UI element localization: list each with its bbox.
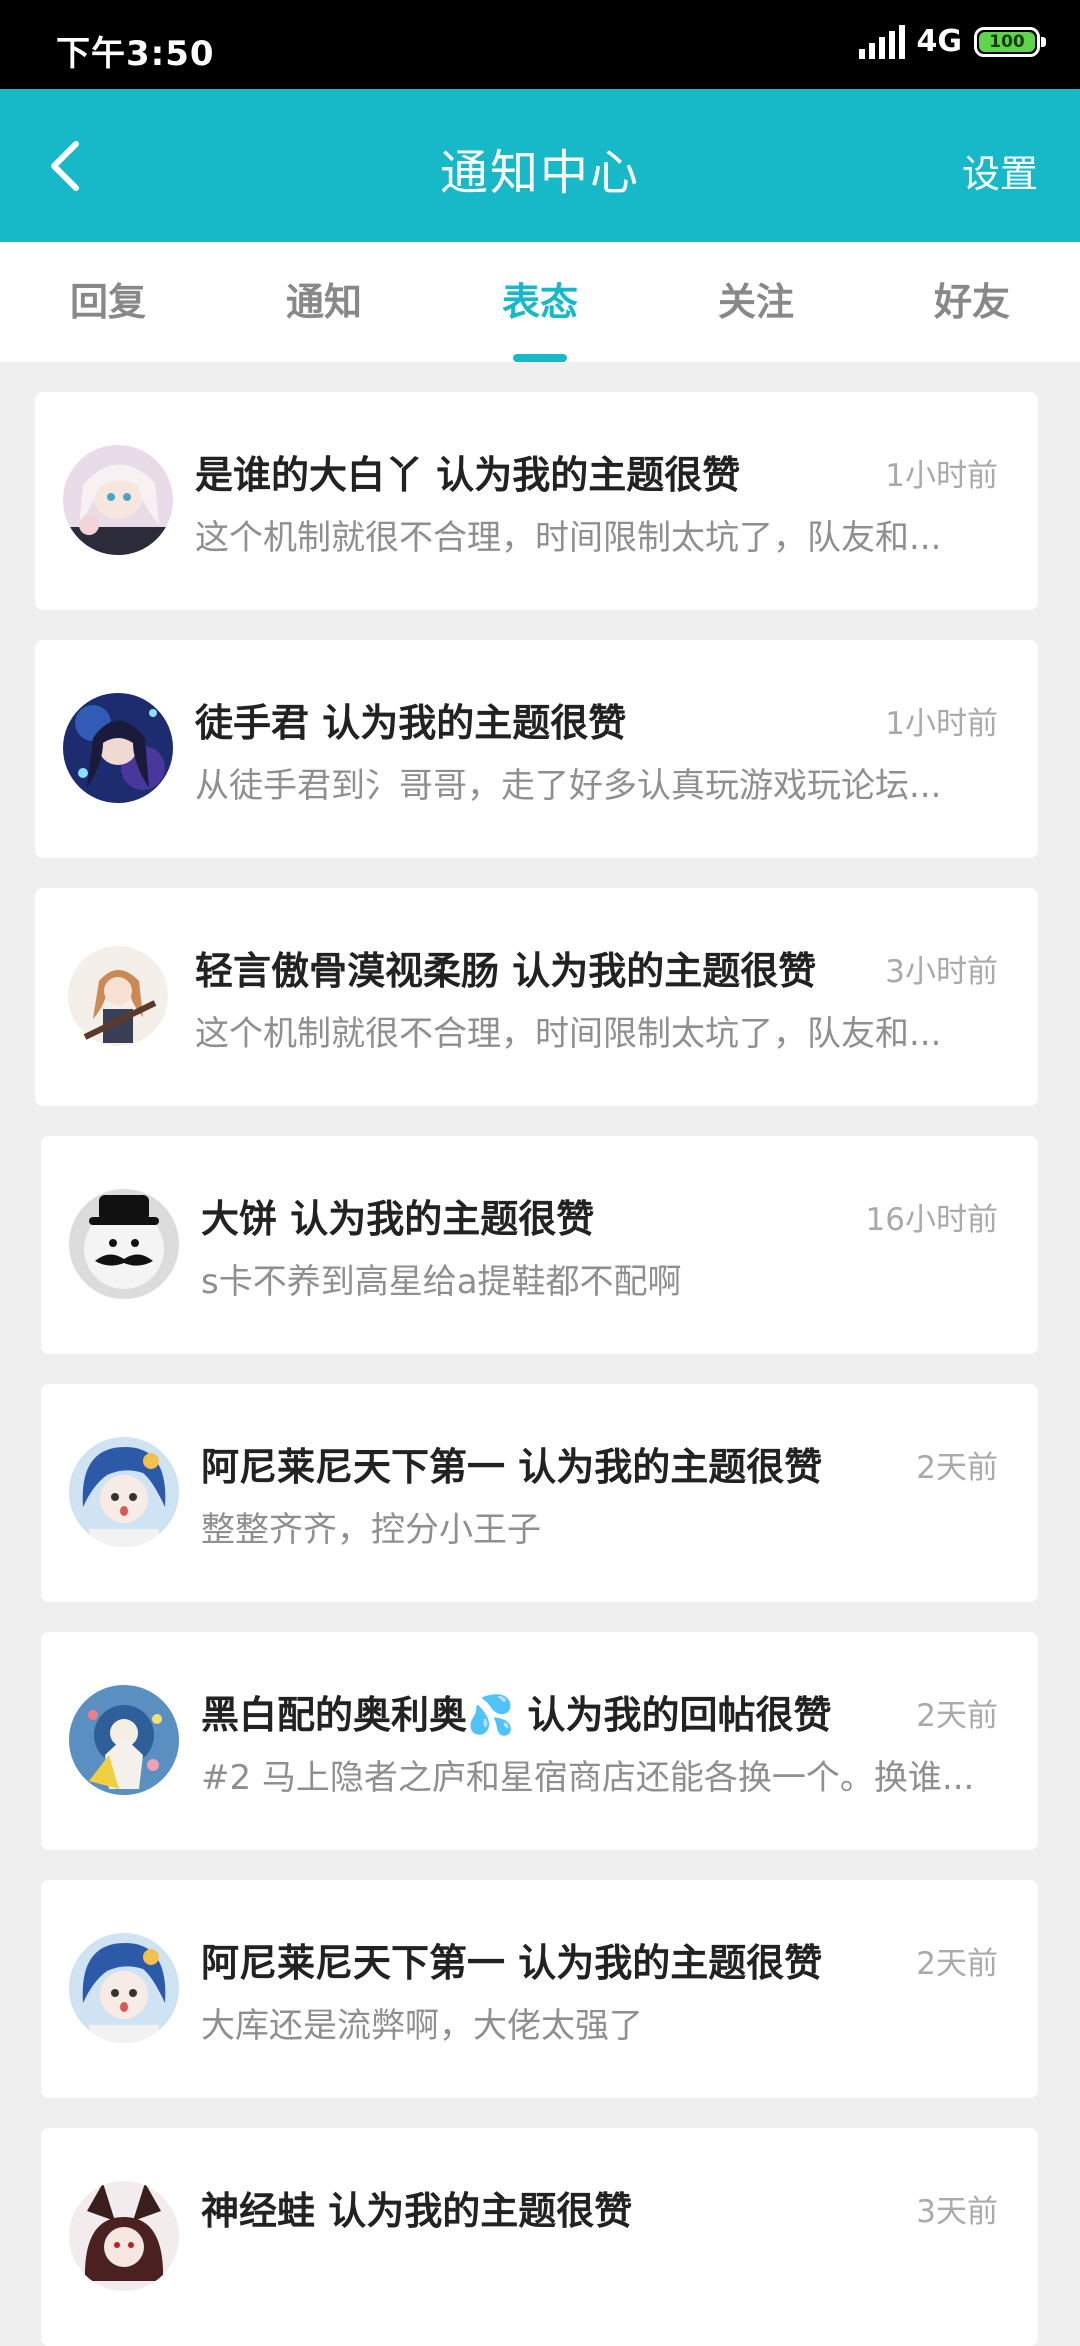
app-header: 通知中心 设置 bbox=[0, 89, 1080, 242]
notification-title: 是谁的大白丫 认为我的主题很赞 bbox=[195, 453, 741, 497]
tab-reactions[interactable]: 表态 bbox=[432, 242, 648, 362]
avatar[interactable] bbox=[69, 1437, 179, 1547]
network-type: 4G bbox=[916, 24, 963, 59]
avatar[interactable] bbox=[63, 693, 173, 803]
notification-time: 3天前 bbox=[916, 2194, 998, 2230]
list-item[interactable]: 大饼 认为我的主题很赞 16小时前 s卡不养到高星给a提鞋都不配啊 bbox=[41, 1136, 1038, 1354]
avatar[interactable] bbox=[69, 1189, 179, 1299]
signal-icon bbox=[858, 24, 905, 59]
notification-time: 1小时前 bbox=[885, 458, 998, 494]
notification-time: 3小时前 bbox=[885, 954, 998, 990]
tab-follow-label: 关注 bbox=[717, 280, 794, 324]
notification-title: 阿尼莱尼天下第一 认为我的主题很赞 bbox=[201, 1941, 823, 1985]
notification-title: 神经蛙 认为我的主题很赞 bbox=[201, 2189, 633, 2233]
tab-reply-label: 回复 bbox=[69, 280, 146, 324]
tab-friends-label: 好友 bbox=[933, 280, 1010, 324]
notification-time: 16小时前 bbox=[865, 1202, 998, 1238]
active-tab-indicator bbox=[513, 354, 567, 362]
list-item[interactable]: 神经蛙 认为我的主题很赞 3天前 bbox=[41, 2128, 1038, 2346]
notification-time: 2天前 bbox=[916, 1946, 998, 1982]
notification-time: 1小时前 bbox=[885, 706, 998, 742]
status-indicators: 4G 100 bbox=[858, 24, 1046, 59]
list-item[interactable]: 徒手君 认为我的主题很赞 1小时前 从徒手君到氵哥哥，走了好多认真玩游戏玩论坛.… bbox=[35, 640, 1038, 858]
tab-friends[interactable]: 好友 bbox=[864, 242, 1080, 362]
battery-icon: 100 bbox=[974, 26, 1046, 57]
tab-follow[interactable]: 关注 bbox=[648, 242, 864, 362]
notification-title: 黑白配的奥利奥💦 认为我的回帖很赞 bbox=[201, 1693, 832, 1737]
tab-bar: 回复 通知 表态 关注 好友 bbox=[0, 242, 1080, 362]
settings-button[interactable]: 设置 bbox=[962, 143, 1038, 198]
list-item[interactable]: 黑白配的奥利奥💦 认为我的回帖很赞 2天前 #2 马上隐者之庐和星宿商店还能各换… bbox=[41, 1632, 1038, 1850]
tab-reactions-label: 表态 bbox=[501, 280, 578, 324]
notification-excerpt: 从徒手君到氵哥哥，走了好多认真玩游戏玩论坛... bbox=[195, 766, 942, 806]
avatar[interactable] bbox=[63, 941, 173, 1051]
list-item[interactable]: 是谁的大白丫 认为我的主题很赞 1小时前 这个机制就很不合理，时间限制太坑了，队… bbox=[35, 392, 1038, 610]
page-title: 通知中心 bbox=[439, 145, 640, 201]
status-time: 下午3:50 bbox=[56, 34, 215, 74]
tab-reply[interactable]: 回复 bbox=[0, 242, 216, 362]
avatar[interactable] bbox=[69, 2181, 179, 2291]
notification-time: 2天前 bbox=[916, 1698, 998, 1734]
notification-excerpt: 这个机制就很不合理，时间限制太坑了，队友和... bbox=[195, 518, 942, 558]
notification-title: 大饼 认为我的主题很赞 bbox=[201, 1197, 595, 1241]
status-bar: 下午3:50 4G 100 bbox=[0, 0, 1080, 89]
tab-notice-label: 通知 bbox=[285, 280, 362, 324]
list-item[interactable]: 阿尼莱尼天下第一 认为我的主题很赞 2天前 大库还是流弊啊，大佬太强了 bbox=[41, 1880, 1038, 2098]
notification-excerpt: #2 马上隐者之庐和星宿商店还能各换一个。换谁... bbox=[201, 1758, 975, 1798]
battery-level: 100 bbox=[979, 31, 1035, 52]
list-item[interactable]: 轻言傲骨漠视柔肠 认为我的主题很赞 3小时前 这个机制就很不合理，时间限制太坑了… bbox=[35, 888, 1038, 1106]
notification-excerpt: 这个机制就很不合理，时间限制太坑了，队友和... bbox=[195, 1014, 942, 1054]
tab-notice[interactable]: 通知 bbox=[216, 242, 432, 362]
list-item[interactable]: 阿尼莱尼天下第一 认为我的主题很赞 2天前 整整齐齐，控分小王子 bbox=[41, 1384, 1038, 1602]
notification-title: 轻言傲骨漠视柔肠 认为我的主题很赞 bbox=[195, 949, 817, 993]
notification-excerpt: 整整齐齐，控分小王子 bbox=[201, 1510, 541, 1550]
avatar[interactable] bbox=[69, 1933, 179, 2043]
notification-excerpt: 大库还是流弊啊，大佬太强了 bbox=[201, 2006, 643, 2046]
avatar[interactable] bbox=[63, 445, 173, 555]
notification-excerpt: s卡不养到高星给a提鞋都不配啊 bbox=[201, 1262, 682, 1302]
notification-title: 阿尼莱尼天下第一 认为我的主题很赞 bbox=[201, 1445, 823, 1489]
notification-title: 徒手君 认为我的主题很赞 bbox=[195, 701, 627, 745]
avatar[interactable] bbox=[69, 1685, 179, 1795]
notification-time: 2天前 bbox=[916, 1450, 998, 1486]
